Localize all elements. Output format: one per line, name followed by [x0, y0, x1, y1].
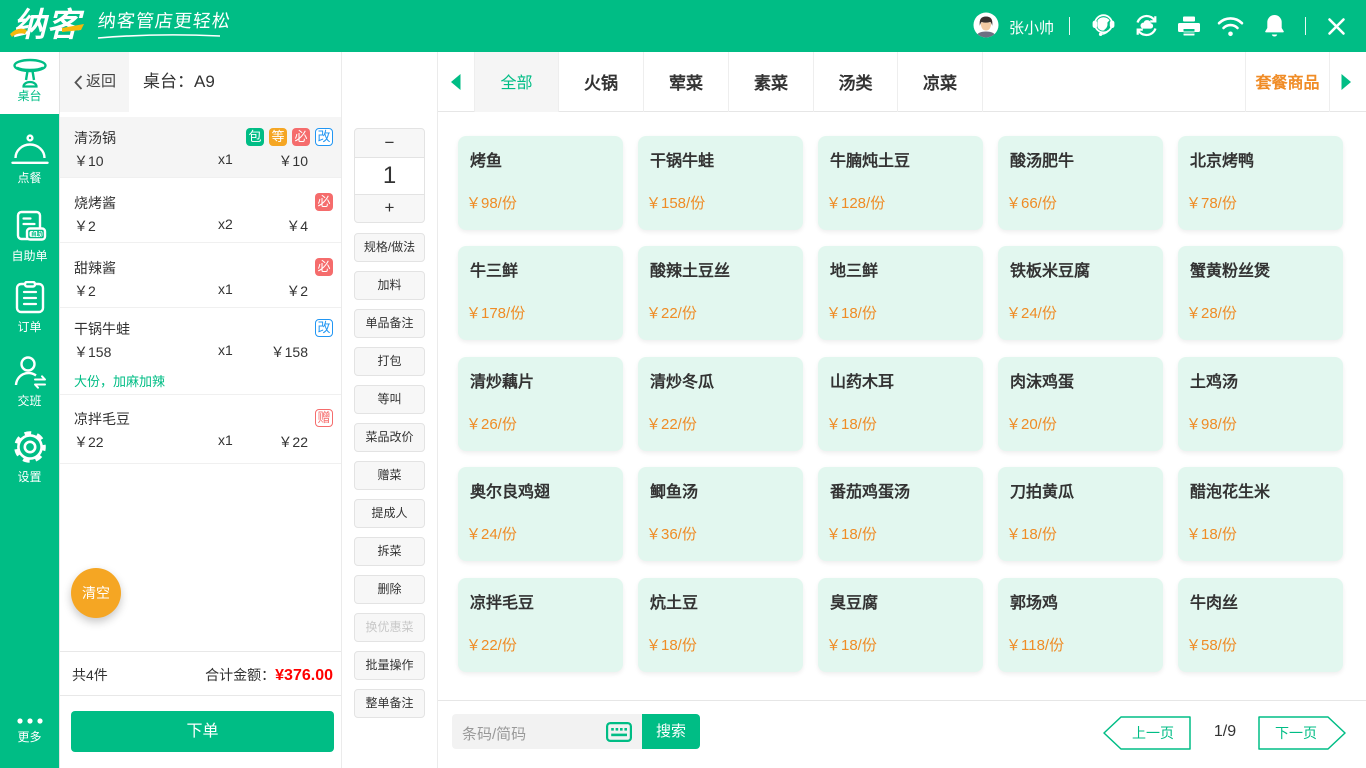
svg-text:下一页: 下一页 [1275, 725, 1317, 741]
svg-text:上一页: 上一页 [1132, 725, 1174, 741]
svg-text:自助: 自助 [31, 230, 43, 238]
